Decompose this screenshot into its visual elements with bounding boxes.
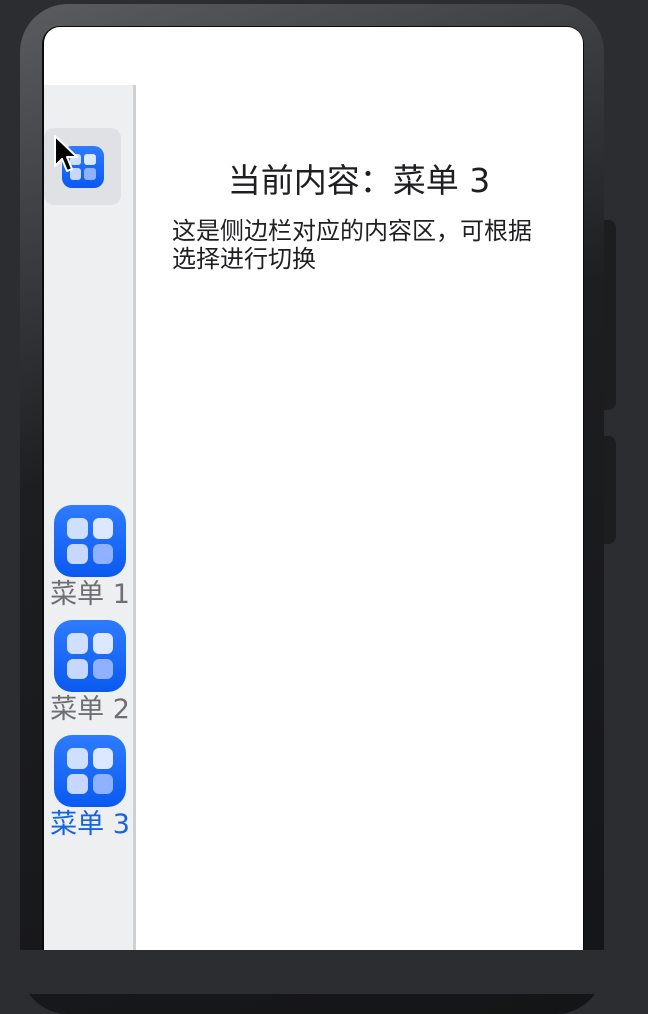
- app-grid-icon: [54, 735, 126, 807]
- page-title: 当前内容：菜单 3: [227, 161, 491, 200]
- sidebar-menu: 菜单 1 菜单 2 菜单 3: [44, 505, 136, 850]
- app-grid-icon: [54, 620, 126, 692]
- sidebar-item-label: 菜单 1: [50, 579, 130, 610]
- mouse-pointer-icon: [54, 135, 78, 172]
- app-grid-icon: [54, 505, 126, 577]
- sidebar-item-menu-2[interactable]: 菜单 2: [44, 620, 136, 735]
- sidebar-item-menu-3[interactable]: 菜单 3: [44, 735, 136, 850]
- volume-button: [604, 436, 616, 544]
- content-description: 这是侧边栏对应的内容区，可根据选择进行切换: [172, 217, 532, 273]
- power-button: [604, 220, 616, 410]
- sidebar: 菜单 1 菜单 2 菜单 3: [44, 85, 136, 957]
- app-screen: 菜单 1 菜单 2 菜单 3 当前内容：菜单 3 这是侧边栏对应的内容区，可根据…: [44, 27, 583, 957]
- sidebar-item-label: 菜单 2: [50, 694, 130, 725]
- sidebar-item-label: 菜单 3: [50, 809, 130, 840]
- taskbar: [0, 950, 648, 994]
- sidebar-item-menu-1[interactable]: 菜单 1: [44, 505, 136, 620]
